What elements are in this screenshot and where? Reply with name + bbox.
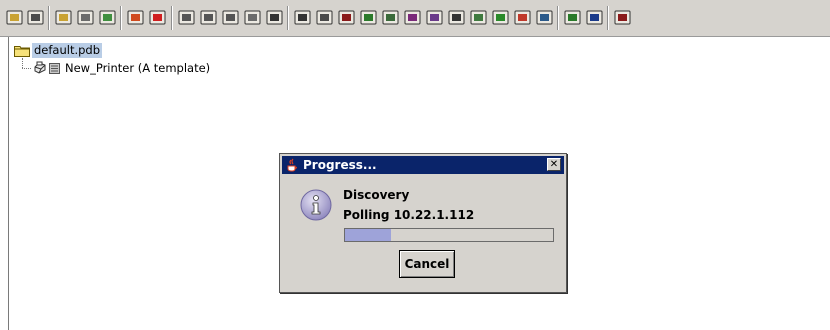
cancel-button[interactable]: Cancel xyxy=(399,250,455,278)
tools-icon xyxy=(586,10,603,25)
percent-button[interactable] xyxy=(612,7,633,28)
info-icon xyxy=(300,189,332,221)
new-printer-icon xyxy=(77,10,94,25)
folder-icon xyxy=(14,45,30,57)
save-icon xyxy=(27,10,44,25)
toolbar-separator xyxy=(120,6,122,30)
delete-button[interactable] xyxy=(264,7,285,28)
wand-icon xyxy=(127,10,144,25)
tree-connector xyxy=(22,58,24,68)
tree-root-node[interactable]: default.pdb xyxy=(14,42,103,58)
tree-node-label: New_Printer (A template) xyxy=(65,61,211,75)
cut-icon xyxy=(178,10,195,25)
toolbar-separator xyxy=(171,6,173,30)
cancel-button-label: Cancel xyxy=(404,257,450,271)
report-button[interactable] xyxy=(336,7,357,28)
wand-button[interactable] xyxy=(125,7,146,28)
cut-button[interactable] xyxy=(176,7,197,28)
copy-icon xyxy=(200,10,217,25)
queue-icon xyxy=(470,10,487,25)
queue-button[interactable] xyxy=(468,7,489,28)
new-document-button[interactable] xyxy=(97,7,118,28)
paste-special-button[interactable] xyxy=(242,7,263,28)
progress-fill xyxy=(345,229,391,241)
java-cup-icon xyxy=(287,158,297,172)
dialog-message: Discovery xyxy=(343,188,410,202)
dialog-status: Polling 10.22.1.112 xyxy=(343,208,475,222)
flag-button[interactable] xyxy=(562,7,583,28)
printer-config-button[interactable] xyxy=(314,7,335,28)
tree-root-label: default.pdb xyxy=(32,42,103,58)
report-icon xyxy=(338,10,355,25)
close-icon: ✕ xyxy=(549,158,559,170)
new-item-icon xyxy=(55,10,72,25)
paste-special-icon xyxy=(244,10,261,25)
refresh-icon xyxy=(514,10,531,25)
copy-button[interactable] xyxy=(198,7,219,28)
panel-button[interactable] xyxy=(446,7,467,28)
stop-icon xyxy=(149,10,166,25)
delete-icon xyxy=(266,10,283,25)
device-status-button[interactable] xyxy=(534,7,555,28)
scan-button[interactable] xyxy=(402,7,423,28)
network-button[interactable] xyxy=(358,7,379,28)
topology-icon xyxy=(492,10,509,25)
paste-icon xyxy=(222,10,239,25)
open-folder-icon xyxy=(6,10,23,25)
progress-bar xyxy=(344,228,554,242)
toolbar xyxy=(0,0,830,37)
printer-icon xyxy=(34,61,46,74)
new-item-button[interactable] xyxy=(53,7,74,28)
toolbar-separator xyxy=(557,6,559,30)
topology-button[interactable] xyxy=(490,7,511,28)
save-button[interactable] xyxy=(25,7,46,28)
panel-icon xyxy=(448,10,465,25)
flag-icon xyxy=(564,10,581,25)
tree-node-new-printer[interactable]: New_Printer (A template) xyxy=(33,60,210,76)
toolbar-separator xyxy=(287,6,289,30)
print-button[interactable] xyxy=(380,7,401,28)
dialog-titlebar: Progress... ✕ xyxy=(282,156,564,174)
network-icon xyxy=(360,10,377,25)
scan-icon xyxy=(404,10,421,25)
new-document-icon xyxy=(99,10,116,25)
config-icon xyxy=(426,10,443,25)
toolbar-separator xyxy=(48,6,50,30)
config-button[interactable] xyxy=(424,7,445,28)
print-icon xyxy=(382,10,399,25)
stop-button[interactable] xyxy=(147,7,168,28)
tree-connector xyxy=(22,68,31,70)
progress-dialog: Progress... ✕ Discovery Polling 10.22.1.… xyxy=(279,153,567,293)
refresh-button[interactable] xyxy=(512,7,533,28)
percent-icon xyxy=(614,10,631,25)
device-button[interactable] xyxy=(292,7,313,28)
open-folder-button[interactable] xyxy=(4,7,25,28)
template-icon xyxy=(49,62,60,74)
new-printer-button[interactable] xyxy=(75,7,96,28)
toolbar-separator xyxy=(607,6,609,30)
paste-button[interactable] xyxy=(220,7,241,28)
device-icon xyxy=(294,10,311,25)
printer-config-icon xyxy=(316,10,333,25)
dialog-title: Progress... xyxy=(303,158,377,172)
tools-button[interactable] xyxy=(584,7,605,28)
device-status-icon xyxy=(536,10,553,25)
close-button[interactable]: ✕ xyxy=(547,158,561,171)
